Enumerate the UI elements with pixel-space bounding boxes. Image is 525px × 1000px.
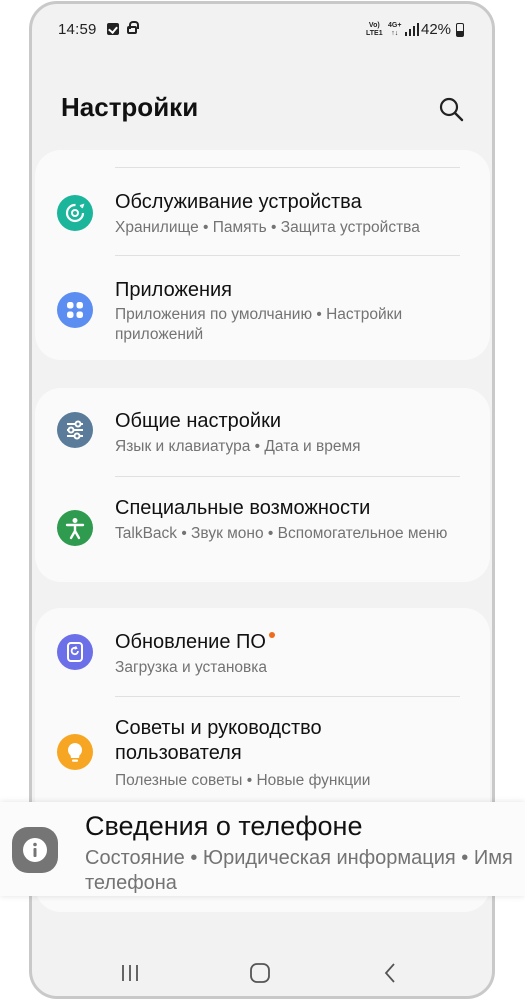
accessibility-icon <box>57 510 93 546</box>
settings-item-title: Обновление ПО <box>115 630 470 655</box>
home-button[interactable] <box>240 954 280 994</box>
battery-percent: 42% <box>421 21 452 38</box>
divider <box>115 476 460 477</box>
status-bar: 14:59 Vo) LTE1 4G+ ↑↓ 42% <box>32 4 492 56</box>
settings-item-title: Сведения о телефоне <box>85 811 363 841</box>
settings-item-subtitle: Полезные советы • Новые функции <box>115 772 371 789</box>
settings-item-device-care[interactable]: Обслуживание устройства Хранилище • Памя… <box>35 180 490 250</box>
lightbulb-icon <box>57 734 93 770</box>
divider <box>115 255 460 256</box>
update-badge <box>268 632 275 638</box>
search-icon <box>439 97 464 122</box>
settings-item-subtitle: Загрузка и установка <box>115 659 267 676</box>
divider <box>115 696 460 697</box>
settings-item-accessibility[interactable]: Специальные возможности TalkBack • Звук … <box>35 488 490 570</box>
page-title: Настройки <box>61 92 199 122</box>
status-time: 14:59 <box>58 21 97 38</box>
battery-icon <box>456 23 464 37</box>
search-button[interactable] <box>436 94 466 124</box>
settings-item-subtitle: Состояние • Юридическая информация • Имя… <box>85 847 513 894</box>
settings-item-general[interactable]: Общие настройки Язык и клавиатура • Дата… <box>35 400 490 472</box>
volte-indicator: Vo) LTE1 <box>366 22 383 38</box>
settings-item-title: Специальные возможности <box>115 497 371 519</box>
software-update-icon <box>57 634 93 670</box>
settings-item-subtitle: Язык и клавиатура • Дата и время <box>115 438 361 455</box>
settings-item-subtitle: Хранилище • Память • Защита устройства <box>115 219 420 236</box>
settings-item-subtitle: Приложения по умолчанию • Настройки прил… <box>115 306 403 343</box>
settings-item-apps[interactable]: Приложения Приложения по умолчанию • Нас… <box>35 268 490 348</box>
sliders-icon <box>57 412 93 448</box>
recents-icon <box>122 965 138 981</box>
settings-group-1: Обслуживание устройства Хранилище • Памя… <box>35 150 490 360</box>
settings-group-2: Общие настройки Язык и клавиатура • Дата… <box>35 388 490 582</box>
settings-item-about-phone[interactable]: Сведения о телефоне Состояние • Юридичес… <box>0 802 525 896</box>
recents-button[interactable] <box>110 954 150 994</box>
back-button[interactable] <box>370 954 410 994</box>
network-arrows: ↑↓ <box>391 30 399 37</box>
checkbox-notification-icon <box>107 23 119 35</box>
settings-item-title: Приложения <box>115 279 233 301</box>
divider <box>115 167 460 168</box>
device-care-icon <box>57 195 93 231</box>
volte-bottom: LTE1 <box>366 30 383 37</box>
network-type: 4G+ <box>388 22 402 29</box>
network-indicator: 4G+ ↑↓ <box>388 22 401 38</box>
lock-icon <box>127 21 139 34</box>
info-icon <box>12 827 58 873</box>
settings-item-title: Общие настройки <box>115 410 281 432</box>
signal-icon <box>405 22 419 36</box>
settings-item-title: Обслуживание устройства <box>115 191 362 213</box>
settings-item-software-update[interactable]: Обновление ПО Загрузка и установка <box>35 622 490 694</box>
settings-item-tips[interactable]: Советы и руководство пользователя Полезн… <box>35 708 490 803</box>
settings-item-title: Советы и руководство пользователя <box>115 717 322 764</box>
home-icon <box>250 963 270 983</box>
settings-item-subtitle: TalkBack • Звук моно • Вспомогательное м… <box>115 525 448 542</box>
navigation-bar <box>32 954 492 994</box>
settings-item-title-text: Обновление ПО <box>115 631 266 653</box>
apps-icon <box>57 292 93 328</box>
volte-top: Vo) <box>368 22 380 29</box>
back-icon <box>384 963 395 983</box>
